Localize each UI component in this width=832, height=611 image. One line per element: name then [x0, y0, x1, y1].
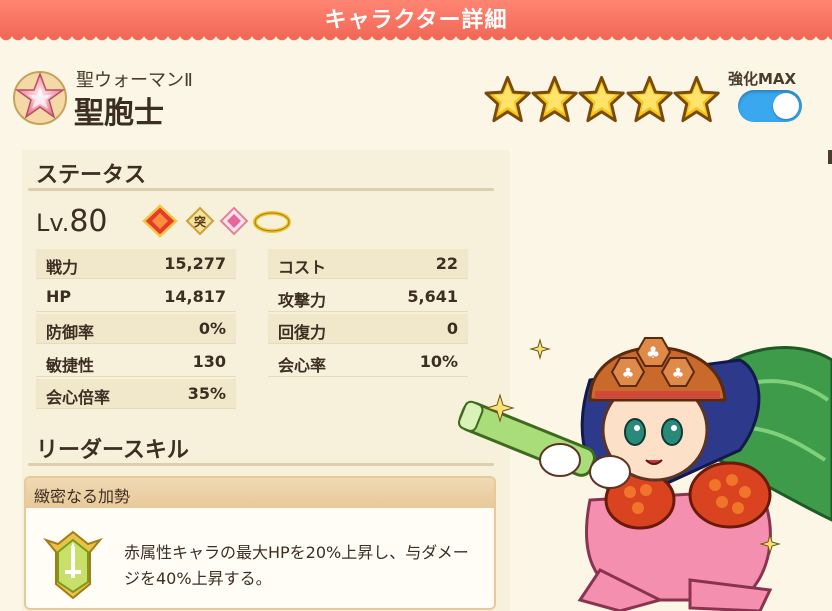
- leader-skill-title: リーダースキル: [36, 438, 189, 463]
- row-divider: [268, 343, 468, 344]
- row-divider: [36, 375, 236, 377]
- attribute-icons: 突: [142, 204, 291, 238]
- stat-value: 15,277: [164, 254, 226, 273]
- row-divider: [268, 278, 468, 279]
- leader-skill-card: 緻密なる加勢 赤属性キャラの最大HPを20%上昇し、与ダメージを40%上昇する。: [24, 476, 496, 610]
- character-name: 聖胞士: [74, 96, 164, 131]
- pink-diamond-icon: [219, 206, 249, 236]
- star-icon: [531, 75, 578, 123]
- leader-skill-divider: [28, 463, 494, 466]
- stat-value: 130: [192, 351, 226, 371]
- break-badge-icon: 突: [185, 206, 215, 236]
- break-badge-text: 突: [194, 214, 206, 229]
- halo-ring-icon: [253, 211, 291, 233]
- character-level: Lv.80: [36, 204, 108, 239]
- status-section-title: ステータス: [36, 163, 147, 188]
- stat-row: HP 14,817: [36, 282, 236, 312]
- stat-value: 0%: [198, 319, 226, 338]
- title-bar: キャラクター詳細: [0, 0, 832, 36]
- star-icon: [578, 75, 626, 123]
- stat-label: 会心率: [278, 355, 327, 375]
- stat-label: コスト: [278, 258, 327, 277]
- stat-label: HP: [46, 286, 72, 306]
- page-title: キャラクター詳細: [324, 8, 508, 33]
- stat-label: 敏捷性: [46, 355, 95, 375]
- enhance-max-label: 強化MAX: [728, 70, 797, 88]
- stat-label: 攻撃力: [278, 290, 327, 310]
- star-icon: [484, 75, 531, 123]
- star-rating: [484, 74, 720, 130]
- star-icon: [673, 75, 720, 123]
- row-divider: [36, 408, 236, 409]
- row-divider: [268, 310, 468, 312]
- stat-value: 14,817: [164, 286, 226, 306]
- stat-value: 22: [435, 254, 458, 273]
- svg-text:♣: ♣: [672, 366, 685, 382]
- level-value: 80: [69, 204, 108, 239]
- stat-label: 防御率: [46, 323, 95, 342]
- stat-row: 戦力 15,277: [36, 249, 236, 279]
- rarity-emblem-icon: [13, 71, 67, 125]
- row-divider: [36, 310, 236, 312]
- toggle-knob: [773, 93, 799, 119]
- character-illustration: ♣ ♣ ♣: [457, 337, 832, 611]
- stat-row: コスト 22: [268, 249, 468, 279]
- leader-skill-sword-icon: [42, 530, 104, 600]
- skill-header: 緻密なる加勢: [26, 478, 494, 508]
- stat-value: 35%: [187, 384, 226, 403]
- edge-marker: [828, 150, 832, 164]
- row-divider: [268, 375, 468, 377]
- svg-text:♣: ♣: [646, 343, 660, 362]
- stat-label: 回復力: [278, 323, 327, 342]
- status-divider: [28, 188, 494, 191]
- stat-row: 攻撃力 5,641: [268, 282, 468, 312]
- stat-row: 会心率 10%: [268, 347, 468, 377]
- skill-name: 緻密なる加勢: [34, 487, 131, 506]
- stat-row: 会心倍率 35%: [36, 379, 236, 409]
- stat-row: 回復力 0: [268, 314, 468, 344]
- stat-row: 敏捷性 130: [36, 347, 236, 377]
- stat-label: 戦力: [46, 258, 79, 277]
- svg-text:♣: ♣: [622, 366, 635, 382]
- row-divider: [36, 343, 236, 344]
- enhance-max-toggle[interactable]: [738, 90, 802, 122]
- skill-description: 赤属性キャラの最大HPを20%上昇し、与ダメージを40%上昇する。: [124, 543, 469, 588]
- stat-label: 会心倍率: [46, 388, 111, 407]
- level-prefix: Lv.: [36, 209, 70, 237]
- fire-diamond-icon: [142, 204, 178, 238]
- header-scallop-edge: [0, 34, 832, 44]
- row-divider: [36, 278, 236, 279]
- star-icon: [626, 75, 673, 123]
- stat-row: 防御率 0%: [36, 314, 236, 344]
